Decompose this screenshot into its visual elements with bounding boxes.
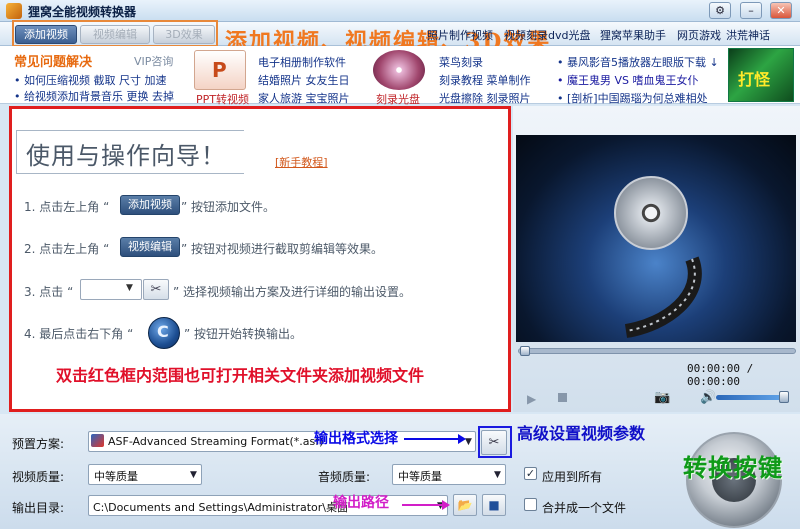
play-icon[interactable]: ▶ [527,392,536,406]
ppt-to-video-label[interactable]: PPT转视频 [196,91,249,107]
link-photo-to-video[interactable]: 照片制作视频 [427,27,493,43]
advanced-annotation: 高级设置视频参数 [517,424,646,443]
camera-icon[interactable]: 📷 [654,390,670,405]
time-readout: 00:00:00 / 00:00:00 [687,362,754,388]
step2-prefix: 2. 点击左上角 “ [24,242,110,256]
link-wedding-photos[interactable]: 结婚照片 女友生日 [258,72,350,88]
volume-slider[interactable] [716,395,782,400]
stop-icon[interactable] [558,393,567,402]
step1-prefix: 1. 点击左上角 “ [24,200,110,214]
toolbar-highlight-frame [12,20,218,47]
video-quality-label: 视频质量: [12,470,65,484]
link-family-photos[interactable]: 家人旅游 宝宝照片 [258,90,350,106]
app-logo-icon [6,3,22,19]
step1-add-video-button[interactable]: 添加视频 [120,195,180,215]
game-ad-text: 打怪 [738,70,771,89]
apply-all-label: 应用到所有 [542,470,603,484]
step3-tools-icon[interactable]: ✂ [143,279,169,300]
audio-quality-value: 中等质量 [398,470,442,483]
format-annotation: 输出格式选择 [314,431,398,447]
format-arrow-graphic [404,434,466,444]
step4-start-glyph: C [157,322,169,341]
audio-quality-label: 音频质量: [318,470,371,484]
guide-annotation: 双击红色框内范围也可打开相关文件夹添加视频文件 [56,366,425,385]
chevron-down-icon: ▼ [465,437,472,447]
link-burn-tutorial[interactable]: 刻录教程 菜单制作 [439,72,531,88]
apply-all-checkbox[interactable]: ✓ [524,467,537,480]
link-honghuang[interactable]: 洪荒神话 [726,27,770,43]
chevron-down-icon: ▼ [126,283,133,293]
preset-label: 预置方案: [12,437,65,451]
new-tutorial-link[interactable]: [新手教程] [275,154,328,170]
merge-checkbox[interactable] [524,498,537,511]
format-icon [91,434,104,447]
open-folder-icon[interactable]: ■ [482,494,506,516]
link-analysis[interactable]: • [剖析]中国踢瑙为何总难相处 [557,90,708,106]
settings-gear-icon[interactable]: ⚙ [709,2,731,19]
faq-link-compress[interactable]: • 如何压缩视频 截取 尺寸 加速 [14,72,166,88]
vip-consult-link[interactable]: VIP咨询 [134,53,173,69]
link-disc-erase[interactable]: 光盘擦除 刻录照片 [439,90,531,106]
link-baofeng-download[interactable]: • 暴风影音5播放器左眼版下载 ↓ [557,54,719,70]
ppt-letter: P [212,58,227,82]
film-strip-graphic [624,256,702,338]
link-demon-king[interactable]: • 魔王鬼男 VS 嗜血鬼王女仆 [557,72,699,88]
step4-suffix: ” 按钮开始转换输出。 [184,327,303,341]
merge-label: 合并成一个文件 [542,501,627,515]
volume-handle[interactable] [778,391,789,403]
step4-prefix: 4. 最后点击右下角 “ [24,327,134,341]
seek-bar[interactable] [518,348,796,354]
output-dir-label: 输出目录: [12,501,65,515]
faq-title: 常见问题解决 [14,55,93,70]
chevron-down-icon: ▼ [494,470,501,480]
link-album-software[interactable]: 电子相册制作软件 [258,54,346,70]
burn-disc-icon[interactable] [373,50,425,90]
link-apple-helper[interactable]: 狸窝苹果助手 [600,27,666,43]
preset-value: ASF-Advanced Streaming Format(*.asf) [108,435,324,448]
output-dir-value: C:\Documents and Settings\Administrator\… [93,501,349,514]
minimize-button[interactable]: – [740,2,762,19]
path-arrow-graphic [402,500,450,510]
video-quality-value: 中等质量 [94,470,138,483]
link-burn-dvd[interactable]: 视频刻录dvd光盘 [504,27,590,43]
volume-icon[interactable]: 🔊 [700,390,716,405]
guide-title: 使用与操作向导！ [26,142,226,170]
step1-suffix: ” 按钮添加文件。 [181,200,276,214]
link-web-game[interactable]: 网页游戏 [677,27,721,43]
browse-folder-icon[interactable]: 📂 [453,494,477,516]
faq-link-music[interactable]: • 给视频添加背景音乐 更换 去掉 [14,88,174,104]
link-cainiao-burn[interactable]: 菜鸟刻录 [439,54,483,70]
step3-suffix: ” 选择视频输出方案及进行详细的输出设置。 [173,285,412,299]
convert-annotation: 转换按键 [683,453,783,482]
advanced-highlight-frame [478,426,512,458]
burn-disc-label[interactable]: 刻录光盘 [376,91,420,107]
step2-suffix: ” 按钮对视频进行截取剪编辑等效果。 [181,242,384,256]
close-button[interactable]: ✕ [770,2,792,19]
step3-prefix: 3. 点击 “ [24,285,74,299]
seek-handle[interactable] [520,346,530,356]
window-title: 狸窝全能视频转换器 [28,5,137,19]
path-annotation: 输出路径 [333,495,389,511]
step2-edit-video-button[interactable]: 视频编辑 [120,237,180,257]
chevron-down-icon: ▼ [190,470,197,480]
